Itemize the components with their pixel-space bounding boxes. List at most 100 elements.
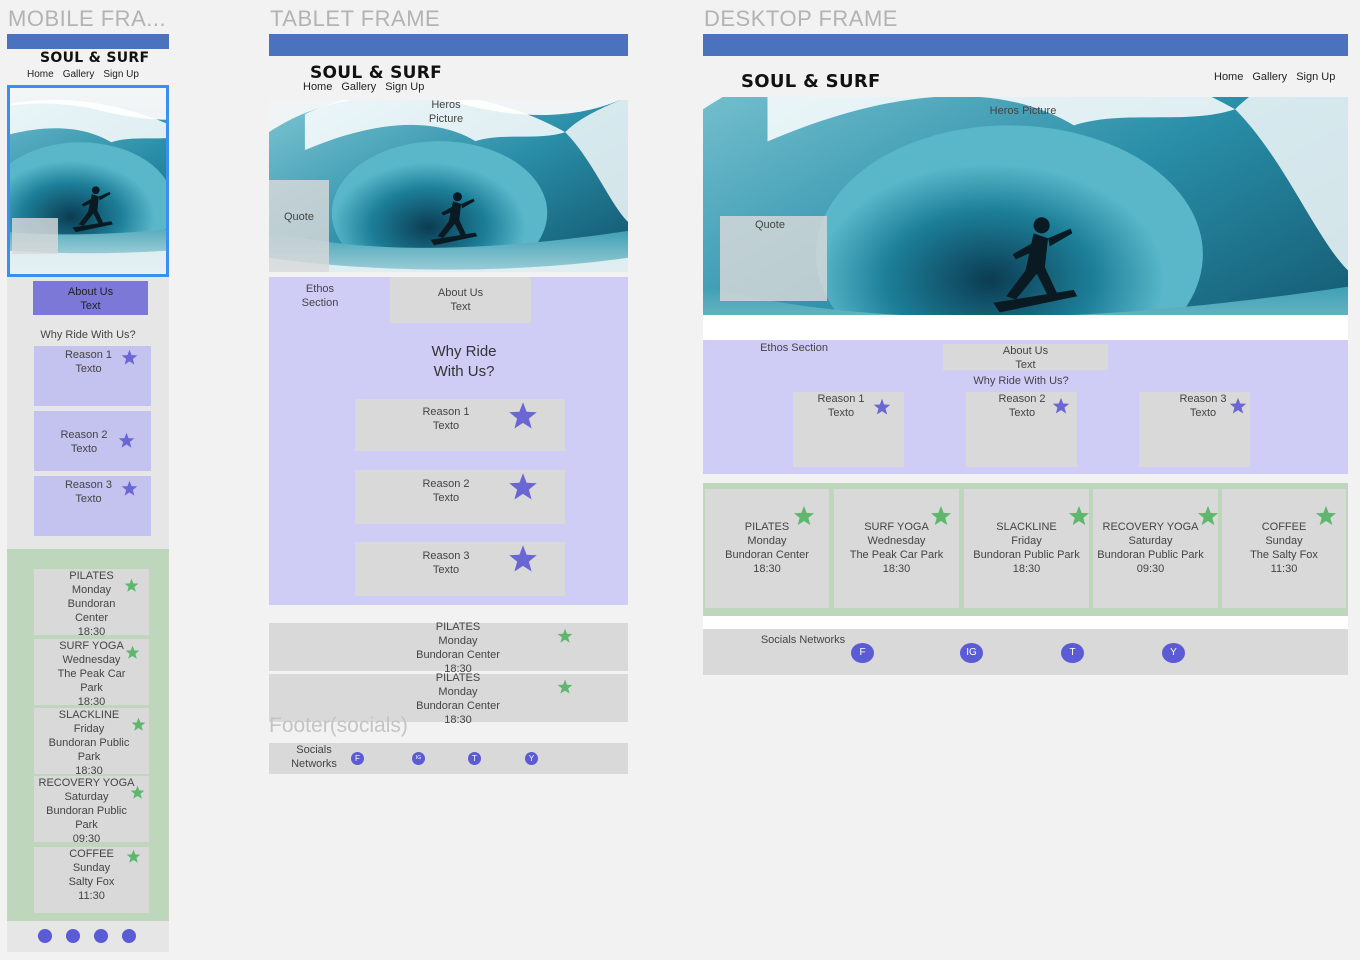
about-line1: About Us (67, 286, 114, 298)
class-time: 18:30 (444, 714, 472, 726)
tablet-nav: Home Gallery Sign Up (303, 81, 433, 93)
class-place: Bundoran Public Park (1097, 549, 1204, 561)
star-icon (125, 645, 140, 660)
class-card: COFFEE Sunday The Salty Fox 11:30 (1222, 489, 1346, 608)
tablet-brand: SOUL & SURF (310, 63, 443, 83)
desktop-reason-card: Reason 2 Texto (966, 392, 1077, 467)
footer-overlay-label: Footer(socials) (269, 714, 408, 737)
facebook-icon[interactable]: F (351, 752, 364, 765)
reason-title: Reason 2 (998, 393, 1046, 405)
mobile-classes-section: PILATES Monday Bundoran Center 18:30 SUR… (7, 549, 169, 921)
desktop-frame-label: DESKTOP FRAME (704, 6, 898, 31)
class-name: RECOVERY YOGA (38, 777, 135, 789)
nav-gallery[interactable]: Gallery (341, 81, 376, 93)
class-place: Salty Fox (68, 876, 115, 888)
youtube-icon[interactable] (122, 929, 136, 943)
star-icon (130, 785, 145, 800)
class-card: PILATES Monday Bundoran Center 18:30 (34, 569, 149, 638)
nav-home[interactable]: Home (303, 81, 332, 93)
nav-signup[interactable]: Sign Up (1296, 71, 1335, 83)
class-card: SURF YOGA Wednesday The Peak Car Park 18… (834, 489, 959, 608)
twitter-icon[interactable]: T (1061, 643, 1084, 663)
class-name: SLACKLINE (58, 709, 120, 721)
star-icon (124, 578, 139, 593)
class-time: 18:30 (1012, 563, 1041, 575)
youtube-icon[interactable]: Y (1162, 643, 1185, 663)
star-icon (121, 480, 138, 497)
star-icon (1052, 397, 1070, 415)
tablet-class-row: PILATES Monday Bundoran Center 18:30 (269, 621, 628, 675)
class-place: Bundoran Center (725, 549, 809, 561)
class-day: Sunday (1265, 535, 1303, 547)
facebook-icon[interactable]: F (851, 643, 874, 663)
class-time: 18:30 (882, 563, 911, 575)
class-day: Saturday (1128, 535, 1173, 547)
tablet-reason-card: Reason 3 Texto (355, 542, 565, 596)
nav-signup[interactable]: Sign Up (103, 69, 139, 80)
class-place: Bundoran (67, 598, 116, 610)
tablet-about-box: About Us Text (390, 277, 531, 323)
star-icon (873, 398, 891, 416)
desktop-hero-image: Heros Picture Quote (703, 97, 1348, 315)
class-card: COFFEE Sunday Salty Fox 11:30 (34, 847, 149, 913)
desktop-reason-card: Reason 3 Texto (1139, 392, 1250, 467)
mobile-header: SOUL & SURF Home Gallery Sign Up (7, 49, 169, 85)
desktop-reason-card: Reason 1 Texto (793, 392, 904, 467)
star-icon (118, 432, 135, 449)
star-icon (553, 628, 577, 644)
facebook-icon[interactable] (38, 929, 52, 943)
class-day: Monday (438, 686, 478, 698)
reason-title: Reason 1 (422, 406, 470, 418)
class-time: 11:30 (1270, 563, 1298, 575)
tablet-reason-card: Reason 1 Texto (355, 399, 565, 451)
star-icon (553, 679, 577, 695)
youtube-icon[interactable]: Y (525, 752, 538, 765)
class-card: SLACKLINE Friday Bundoran Public Park 18… (964, 489, 1089, 608)
class-place: Park (77, 751, 101, 763)
star-icon (1315, 505, 1337, 527)
class-place: The Salty Fox (1250, 549, 1318, 561)
reason-text: Texto (1189, 407, 1217, 419)
twitter-icon[interactable]: T (468, 752, 481, 765)
class-name: RECOVERY YOGA (1102, 521, 1199, 533)
class-time: 18:30 (77, 626, 106, 638)
hero-label: Heros Picture (989, 105, 1057, 117)
nav-home[interactable]: Home (27, 69, 54, 80)
mobile-quote-box (12, 218, 58, 254)
class-time: 09:30 (72, 833, 101, 845)
about-line1: About Us (437, 287, 484, 299)
class-place: The Peak Car (57, 668, 126, 680)
reason-title: Reason 2 (422, 478, 470, 490)
nav-gallery[interactable]: Gallery (63, 69, 95, 80)
reason-text: Texto (432, 492, 460, 504)
twitter-icon[interactable] (94, 929, 108, 943)
nav-signup[interactable]: Sign Up (385, 81, 424, 93)
star-icon (1197, 505, 1219, 527)
star-icon (506, 544, 540, 574)
instagram-icon[interactable]: IG (960, 643, 983, 663)
instagram-icon[interactable]: IG (412, 752, 425, 765)
nav-gallery[interactable]: Gallery (1252, 71, 1287, 83)
desktop-classes-section: PILATES Monday Bundoran Center 18:30 SUR… (703, 483, 1348, 616)
desktop-white-gap (703, 315, 1348, 340)
class-day: Friday (73, 723, 105, 735)
class-card: RECOVERY YOGA Saturday Bundoran Public P… (34, 776, 149, 845)
tablet-frame-label: TABLET FRAME (270, 6, 441, 31)
mobile-reason-card: Reason 1 Texto (34, 346, 151, 406)
about-line1: About Us (1002, 345, 1049, 357)
star-icon (121, 349, 138, 366)
class-place: Bundoran Public (46, 805, 127, 817)
ethos-label: Ethos Section (760, 342, 828, 354)
about-line2: Text (450, 301, 471, 313)
class-place: Bundoran Center (416, 700, 500, 712)
class-card: RECOVERY YOGA Saturday Bundoran Public P… (1093, 489, 1218, 608)
class-day: Monday (747, 535, 787, 547)
class-place: Bundoran Public (48, 737, 130, 749)
class-place: The Peak Car Park (849, 549, 944, 561)
reason-title: Reason 3 (1179, 393, 1227, 405)
mobile-why-title: Why Ride With Us? (40, 329, 136, 341)
class-place: Center (74, 612, 109, 624)
mobile-nav: Home Gallery Sign Up (27, 69, 148, 80)
nav-home[interactable]: Home (1214, 71, 1243, 83)
instagram-icon[interactable] (66, 929, 80, 943)
